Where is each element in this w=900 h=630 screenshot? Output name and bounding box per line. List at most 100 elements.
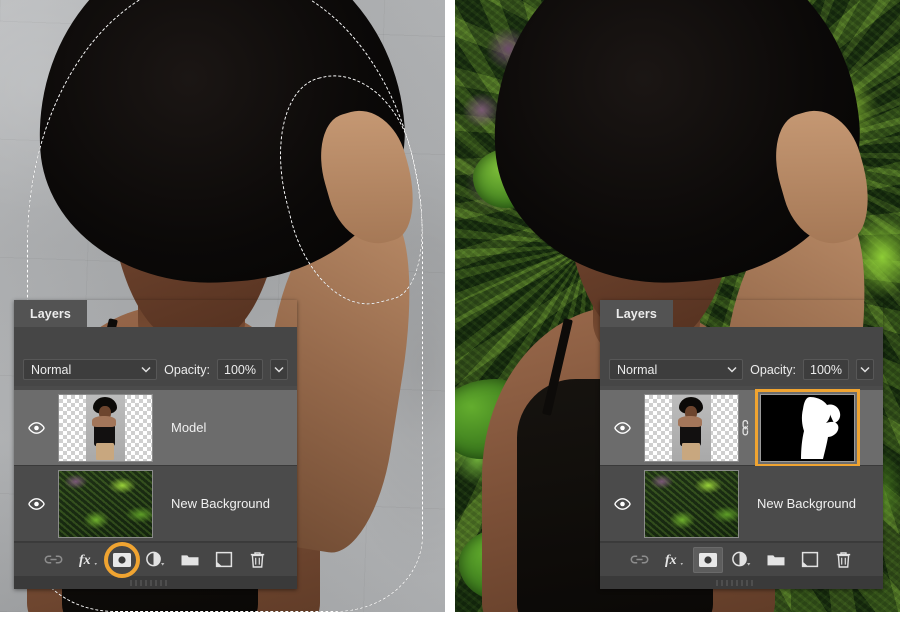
eye-icon <box>613 497 631 510</box>
opacity-value: 100% <box>810 362 842 377</box>
add-layer-mask-button[interactable] <box>692 546 723 573</box>
thumb-shoulders <box>92 416 117 427</box>
panel-resize-footer[interactable] <box>14 576 297 589</box>
layer-thumbnail-new-background[interactable] <box>644 469 739 538</box>
add-layer-mask-button[interactable] <box>103 541 140 578</box>
thumb-skirt <box>682 443 701 461</box>
panel-toolbar: fx <box>600 542 883 576</box>
link-icon <box>630 555 649 564</box>
layer-name-model[interactable]: Model <box>153 420 206 435</box>
layer-visibility-toggle[interactable] <box>14 390 58 465</box>
new-group-button[interactable] <box>175 547 205 573</box>
blend-mode-value: Normal <box>31 362 72 377</box>
layer-thumbnail-wrap[interactable] <box>644 393 739 462</box>
fx-icon: fx <box>665 553 683 568</box>
add-layer-mask-icon <box>698 552 717 567</box>
layer-style-button[interactable]: fx <box>659 547 689 573</box>
new-layer-icon <box>801 551 818 568</box>
opacity-label: Opacity: <box>750 362 796 377</box>
blend-mode-select[interactable]: Normal <box>23 359 158 380</box>
delete-layer-button[interactable] <box>243 547 273 573</box>
add-layer-mask-icon <box>112 552 131 567</box>
layers-list: Model New Background <box>600 386 883 542</box>
layer-thumbnail-model[interactable] <box>58 393 153 462</box>
resize-grip-icon <box>715 579 753 586</box>
layer-visibility-toggle[interactable] <box>600 466 644 541</box>
new-adjustment-layer-button[interactable] <box>141 547 171 573</box>
folder-icon <box>181 554 198 565</box>
thumb-shoulders <box>678 416 703 427</box>
opacity-value: 100% <box>224 362 256 377</box>
new-layer-button[interactable] <box>209 547 239 573</box>
layer-thumbnail-wrap[interactable] <box>644 469 739 538</box>
layer-thumbnail-wrap[interactable] <box>58 393 153 462</box>
layer-row-model[interactable]: Model <box>600 388 883 467</box>
tab-layers[interactable]: Layers <box>14 300 87 327</box>
layer-mask-selected-frame[interactable] <box>755 388 860 467</box>
link-icon <box>44 555 63 564</box>
mask-silhouette <box>761 394 854 461</box>
layers-list: Model New Background <box>14 386 297 542</box>
resize-grip-icon <box>129 579 167 586</box>
panel-tab-strip: Layers <box>600 300 883 327</box>
adjustment-layer-icon <box>732 551 751 567</box>
chevron-down-icon <box>727 366 737 373</box>
panel-filter-row <box>600 327 883 355</box>
tab-layers-label: Layers <box>30 306 71 321</box>
adjustment-layer-icon <box>146 551 165 567</box>
blend-mode-select[interactable]: Normal <box>609 359 744 380</box>
layer-thumbnail-wrap[interactable] <box>58 469 153 538</box>
new-layer-button[interactable] <box>795 547 825 573</box>
chevron-down-icon <box>860 366 870 373</box>
thumbnail-cutout <box>671 394 712 461</box>
eye-icon <box>27 421 45 434</box>
panel-body: Normal Opacity: 100% <box>600 327 883 589</box>
eye-icon <box>27 497 45 510</box>
panel-resize-footer[interactable] <box>600 576 883 589</box>
blend-mode-value: Normal <box>617 362 658 377</box>
svg-text:fx: fx <box>79 553 91 568</box>
opacity-stepper[interactable] <box>270 359 288 380</box>
layer-visibility-toggle[interactable] <box>14 466 58 541</box>
tab-layers-label: Layers <box>616 306 657 321</box>
folder-icon <box>767 554 784 565</box>
thumbnail-cutout <box>85 394 126 461</box>
layer-style-button[interactable]: fx <box>73 547 103 573</box>
opacity-input[interactable]: 100% <box>803 359 849 380</box>
thumb-skirt <box>96 443 115 461</box>
layer-row-new-background[interactable]: New Background <box>14 466 297 542</box>
opacity-label: Opacity: <box>164 362 210 377</box>
trash-icon <box>250 551 265 568</box>
link-chain-icon <box>741 419 748 435</box>
panel-filter-row <box>14 327 297 355</box>
link-layers-button[interactable] <box>39 547 69 573</box>
mask-link-toggle[interactable] <box>739 419 755 436</box>
layers-panel-right: Layers Normal Opacity: 100% New Backgrou… <box>600 300 883 589</box>
link-layers-button[interactable] <box>625 547 655 573</box>
chevron-down-icon <box>274 366 284 373</box>
blend-controls-row: Normal Opacity: 100% <box>600 355 883 386</box>
panel-tab-strip: Layers <box>14 300 297 327</box>
layer-name-new-background[interactable]: New Background <box>153 496 270 511</box>
layer-name-new-background[interactable]: New Background <box>739 496 856 511</box>
trash-icon <box>836 551 851 568</box>
layer-visibility-toggle[interactable] <box>600 390 644 465</box>
opacity-input[interactable]: 100% <box>217 359 263 380</box>
new-layer-icon <box>215 551 232 568</box>
eye-icon <box>613 421 631 434</box>
panel-toolbar: fx <box>14 541 297 578</box>
layer-thumbnail-new-background[interactable] <box>58 469 153 538</box>
tab-layers[interactable]: Layers <box>600 300 673 327</box>
fx-icon: fx <box>79 553 97 568</box>
opacity-stepper[interactable] <box>856 359 874 380</box>
layer-row-model[interactable]: Model <box>14 390 297 466</box>
layer-thumbnail-model[interactable] <box>644 393 739 462</box>
layer-mask-thumbnail[interactable] <box>760 393 855 462</box>
blend-controls-row: Normal Opacity: 100% <box>14 355 297 386</box>
screenshot-root: Layers Normal Opacity: 100% Model New Ba… <box>0 0 900 630</box>
layer-row-new-background[interactable]: New Background <box>600 466 883 542</box>
new-group-button[interactable] <box>761 547 791 573</box>
panel-body: Normal Opacity: 100% <box>14 327 297 589</box>
new-adjustment-layer-button[interactable] <box>727 547 757 573</box>
delete-layer-button[interactable] <box>829 547 859 573</box>
